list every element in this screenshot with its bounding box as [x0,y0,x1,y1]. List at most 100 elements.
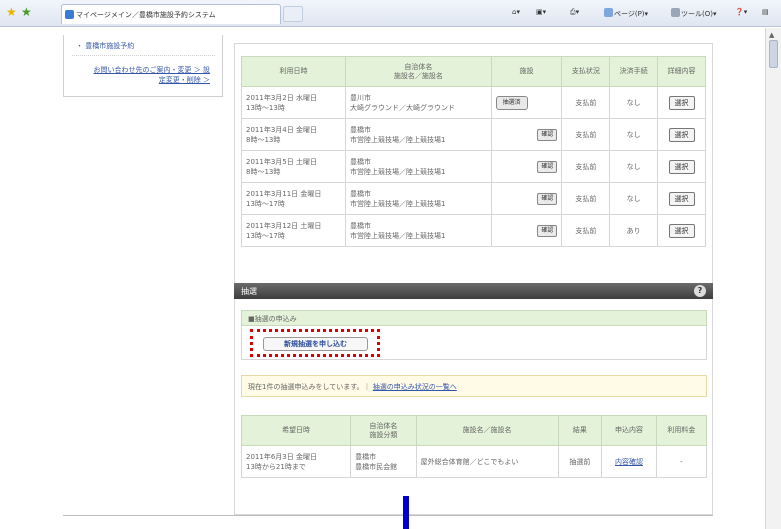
cell-payment: 支払前 [561,214,611,247]
cell-status: 確認 [490,118,563,151]
tab-title: マイページメイン／豊橋市施設予約システム [76,11,216,19]
table-row: 2011年6月3日 金曜日 13時から21時まで 豊橋市 豊橋市民会館 屋外総合体育… [240,445,708,478]
lottery-list-link[interactable]: 抽選の申込み状況の一覧へ [373,383,457,391]
cell-facility-name: 市営陸上競技場／陸上競技場1 [350,167,446,176]
cell-date: 2011年3月11日 金曜日 [246,189,322,198]
sidebar-link-settings[interactable]: お問い合わせ先のご案内・変更 ＞ 設定変更・削除 ＞ [92,65,210,85]
cell-facility-name: 市営陸上競技場／陸上競技場1 [350,199,446,208]
cell-facility-name: 市営陸上競技場／陸上競技場1 [350,231,446,240]
status-badge[interactable]: 確認 [537,192,558,205]
cell-time: 13時から21時まで [246,462,306,471]
col-header-details: 詳細内容 [657,56,706,87]
help-icon[interactable]: ? [694,285,706,297]
table-header-row: 希望日時 自治体名 施設分類 施設名／施設名 結果 申込内容 利用料金 [240,415,708,446]
cell-details: 選択 [657,150,706,183]
cell-category-name: 豊橋市民会館 [355,462,398,471]
cell-payment: 支払前 [561,182,611,215]
select-button[interactable]: 選択 [668,159,695,174]
research-icon[interactable]: ▤ [762,8,769,16]
cell-datetime: 2011年3月5日 土曜日 8時～13時 [240,150,347,183]
col-header-fee: 利用料金 [655,415,708,446]
cell-status: 確認 [490,150,563,183]
help-menu-icon[interactable]: ❓▾ [735,8,747,16]
col-header-payment: 支払状況 [561,56,611,87]
tools-menu-label: ツール(O) [681,10,713,18]
status-badge[interactable]: 確認 [537,160,558,173]
table-row: 2011年3月4日 金曜日 8時～13時 豊橋市 市営陸上競技場／陸上競技場1 確認… [240,118,706,151]
col-header-desired-datetime: 希望日時 [240,415,352,446]
cell-procedure: なし [609,150,659,183]
browser-toolbar: ★ ★ マイページメイン／豊橋市施設予約システム ⌂▾ ▣▾ ⎙▾ ページ(P)… [0,0,781,27]
table-header-row: 利用日時 自治体名 施設名／施設名 施設 支払状況 決済手続 詳細内容 [240,56,706,87]
lottery-title: 抽選 [241,287,257,296]
select-button[interactable]: 選択 [668,127,695,142]
cell-date: 2011年3月4日 金曜日 [246,125,317,134]
cell-payment: 支払前 [561,150,611,183]
detail-confirm-link[interactable]: 内容確認 [615,458,643,466]
cell-city: 豊川市 [350,93,372,102]
cell-result: 抽選前 [557,445,603,478]
lottery-panel-header: 抽選 ? [234,283,713,299]
favorites-star-icon[interactable]: ★ [6,6,17,18]
sidebar-link-facility-booking[interactable]: ・ 豊橋市施設予約 [76,41,134,51]
status-badge: 抽選済 [495,95,528,110]
cell-procedure: なし [609,182,659,215]
browser-tab[interactable]: マイページメイン／豊橋市施設予約システム [61,4,281,24]
new-lottery-apply-button[interactable]: 新規抽選を申し込む [263,337,368,351]
cell-procedure: なし [609,118,659,151]
cell-category: 豊橋市 豊橋市民会館 [350,445,417,478]
cell-facility: 豊橋市 市営陸上競技場／陸上競技場1 [345,150,492,183]
page-menu[interactable]: ページ(P)▾ [604,8,648,19]
cell-city: 豊橋市 [350,221,372,230]
cell-date: 2011年3月12日 土曜日 [246,221,322,230]
new-tab-button[interactable] [283,6,303,22]
add-favorites-icon[interactable]: ★ [21,6,32,18]
col-header-status: 施設 [490,56,563,87]
lottery-notice: 現在1件の抽選申込みをしています。｜ 抽選の申込み状況の一覧へ [241,375,707,397]
col-header-detail: 申込内容 [601,415,657,446]
cell-procedure: なし [609,86,659,119]
home-icon[interactable]: ⌂▾ [512,8,520,16]
scrollbar-thumb[interactable] [769,40,778,68]
select-button[interactable]: 選択 [668,223,695,238]
col-header-category: 自治体名 施設分類 [350,415,417,446]
cell-time: 13時～17時 [246,199,285,208]
status-badge[interactable]: 確認 [537,128,558,141]
select-button[interactable]: 選択 [668,95,695,110]
col-header-procedure: 決済手続 [609,56,659,87]
feeds-icon[interactable]: ▣▾ [536,8,546,16]
col-header-facility: 施設名／施設名 [415,415,559,446]
apply-button-highlight: 新規抽選を申し込む [250,329,380,357]
table-row: 2011年3月11日 金曜日 13時～17時 豊橋市 市営陸上競技場／陸上競技場1 … [240,182,706,215]
cell-datetime: 2011年3月12日 土曜日 13時～17時 [240,214,347,247]
cell-facility: 豊橋市 市営陸上競技場／陸上競技場1 [345,182,492,215]
vertical-scrollbar[interactable]: ▲ [765,28,781,529]
cell-date: 2011年3月5日 土曜日 [246,157,317,166]
cell-facility: 豊橋市 市営陸上競技場／陸上競技場1 [345,214,492,247]
cell-facility: 屋外総合体育館／どこでもよい [415,445,559,478]
sidebar-menu: ・ 豊橋市施設予約 お問い合わせ先のご案内・変更 ＞ 設定変更・削除 ＞ [63,35,223,97]
status-badge[interactable]: 確認 [537,224,558,237]
cell-details: 選択 [657,118,706,151]
cell-city: 豊橋市 [350,125,372,134]
cell-procedure: あり [609,214,659,247]
select-button[interactable]: 選択 [668,191,695,206]
cell-status: 抽選済 [490,86,563,119]
cell-time: 13時～13時 [246,103,285,112]
lottery-table: 希望日時 自治体名 施設分類 施設名／施設名 結果 申込内容 利用料金 2011… [240,415,708,478]
lottery-section-title: ■抽選の申込み [241,310,707,326]
cell-details: 選択 [657,182,706,215]
lottery-panel: 抽選 ? ■抽選の申込み 新規抽選を申し込む 現在1件の抽選申込みをしています。… [234,283,713,515]
page-icon [604,8,613,17]
cell-facility-name: 大崎グラウンド／大崎グラウンド [350,103,456,112]
table-row: 2011年3月12日 土曜日 13時～17時 豊橋市 市営陸上競技場／陸上競技場1 … [240,214,706,247]
cell-datetime: 2011年6月3日 金曜日 13時から21時まで [240,445,352,478]
cell-time: 8時～13時 [246,167,281,176]
tools-menu[interactable]: ツール(O)▾ [671,8,717,19]
col-header-facility: 自治体名 施設名／施設名 [345,56,492,87]
cell-datetime: 2011年3月2日 水曜日 13時～13時 [240,86,347,119]
print-icon[interactable]: ⎙▾ [570,8,579,17]
scroll-up-arrow-icon[interactable]: ▲ [769,31,774,39]
page-favicon-icon [65,10,74,19]
cell-status: 確認 [490,214,563,247]
